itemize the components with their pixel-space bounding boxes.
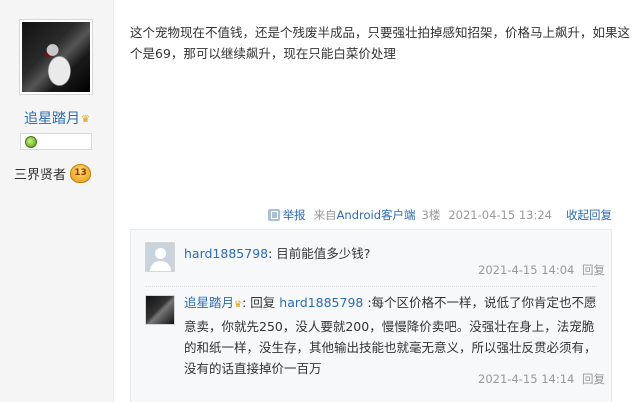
reply-2-user-link[interactable]: 追星踏月 bbox=[184, 295, 234, 310]
reply-1-text: : 目前能值多少钱? bbox=[268, 246, 371, 261]
avatar-image bbox=[22, 22, 90, 92]
reply-2-meta: 2021-4-15 14:14 回复 bbox=[478, 371, 605, 387]
crown-icon: ♛ bbox=[234, 300, 243, 310]
report-icon[interactable] bbox=[267, 209, 280, 221]
author-avatar[interactable] bbox=[19, 19, 93, 95]
rank-row: 三界贤者 13 bbox=[14, 162, 92, 184]
post-time: 2021-04-15 13:24 bbox=[448, 208, 552, 222]
post-meta: 举报 来自 Android客户端 3楼 2021-04-15 13:24 收起回复 bbox=[267, 207, 612, 223]
reply-1-content: hard1885798: 目前能值多少钱? bbox=[184, 243, 370, 262]
reply-2-avatar[interactable] bbox=[145, 295, 175, 325]
post-content: 这个宠物现在不值钱，还是个残废半成品，只要强壮拍掉感知招架，价格马上飙升，如果这… bbox=[130, 25, 631, 61]
reply-thread: hard1885798: 目前能值多少钱? 2021-4-15 14:04 回复… bbox=[130, 229, 612, 402]
avatar-body-shape bbox=[150, 261, 171, 271]
medal-icon[interactable] bbox=[25, 136, 37, 148]
reply-2-reply-link[interactable]: 回复 bbox=[582, 372, 605, 386]
rank-level-badge: 13 bbox=[70, 163, 92, 183]
medal-bar bbox=[20, 133, 92, 150]
reply-1-reply-link[interactable]: 回复 bbox=[582, 263, 605, 277]
reply-1-meta: 2021-4-15 14:04 回复 bbox=[478, 262, 605, 278]
reply-2-time: 2021-4-15 14:14 bbox=[478, 372, 575, 386]
reply-1-time: 2021-4-15 14:04 bbox=[478, 263, 575, 277]
floor-number: 3楼 bbox=[421, 208, 441, 222]
author-sidebar: 追星踏月♛ 三界贤者 13 bbox=[0, 0, 114, 402]
reply-2-target-link[interactable]: hard1885798 bbox=[279, 295, 363, 310]
source-prefix: 来自 bbox=[313, 208, 337, 222]
report-link[interactable]: 举报 bbox=[283, 207, 306, 223]
avatar-head-shape bbox=[155, 248, 166, 259]
reply-2-prefix: : 回复 bbox=[242, 295, 280, 310]
rank-label: 三界贤者 bbox=[14, 167, 67, 183]
author-name[interactable]: 追星踏月 bbox=[24, 111, 80, 127]
reply-divider bbox=[145, 286, 597, 287]
source-client-link[interactable]: Android客户端 bbox=[337, 207, 416, 223]
collapse-reply-link[interactable]: 收起回复 bbox=[566, 207, 612, 223]
crown-icon: ♛ bbox=[81, 113, 90, 125]
author-username[interactable]: 追星踏月♛ bbox=[0, 108, 114, 128]
reply-1-user-link[interactable]: hard1885798 bbox=[184, 246, 268, 261]
reply-avatar-default[interactable] bbox=[145, 242, 175, 272]
reply-2-content: 追星踏月♛: 回复 hard1885798 :每个区价格不一样，说低了你肯定也不… bbox=[184, 292, 604, 379]
